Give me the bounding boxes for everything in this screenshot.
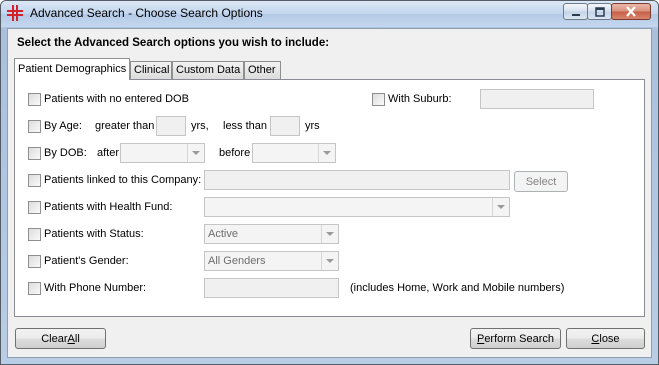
tab-patient-demographics[interactable]: Patient Demographics [14, 58, 130, 80]
dob-after-label: after [97, 147, 120, 159]
minimize-button[interactable] [563, 3, 588, 20]
tab-clinical[interactable]: Clinical [130, 61, 172, 79]
gender-select-value: All Genders [208, 255, 266, 267]
no-dob-label: Patients with no entered DOB [44, 93, 189, 105]
health-fund-checkbox[interactable] [28, 201, 41, 214]
age-max-input[interactable] [270, 116, 300, 136]
window-title: Advanced Search - Choose Search Options [30, 6, 263, 20]
status-select[interactable]: Active [204, 224, 339, 244]
dob-before-date-picker[interactable] [252, 143, 336, 163]
close-button[interactable]: Close [566, 328, 645, 349]
age-min-input[interactable] [156, 116, 186, 136]
status-label: Patients with Status: [44, 228, 144, 240]
age-max-unit-label: yrs [305, 120, 320, 132]
company-label: Patients linked to this Company: [44, 174, 202, 186]
chevron-down-icon[interactable] [187, 144, 204, 162]
phone-input[interactable] [204, 278, 339, 298]
by-dob-label: By DOB: [44, 147, 87, 159]
chevron-down-icon[interactable] [318, 144, 335, 162]
perform-search-button[interactable]: Perform Search [470, 328, 561, 349]
close-accesskey: C [591, 332, 600, 345]
suburb-label: With Suburb: [388, 93, 452, 105]
dob-before-label: before [219, 147, 251, 159]
close-icon [626, 6, 636, 17]
clear-all-accesskey: A [67, 332, 75, 345]
select-company-button[interactable]: Select [514, 171, 568, 192]
by-age-checkbox[interactable] [28, 120, 41, 133]
company-input[interactable] [204, 170, 510, 190]
status-select-value: Active [208, 228, 238, 240]
health-fund-label: Patients with Health Fund: [44, 201, 173, 213]
perform-search-accesskey: P [476, 332, 485, 345]
dob-after-date-picker[interactable] [120, 143, 205, 163]
suburb-checkbox[interactable] [372, 93, 385, 106]
app-cross-icon [7, 5, 23, 21]
chevron-down-icon[interactable] [492, 198, 509, 216]
tab-custom-data[interactable]: Custom Data [172, 61, 244, 79]
status-checkbox[interactable] [28, 228, 41, 241]
instruction-text: Select the Advanced Search options you w… [17, 37, 330, 49]
clear-all-label-post: ll [74, 332, 80, 345]
phone-checkbox[interactable] [28, 282, 41, 295]
suburb-input[interactable] [480, 89, 594, 109]
clear-all-label-pre: Clear [41, 332, 68, 345]
health-fund-select[interactable] [204, 197, 510, 217]
gender-label: Patient's Gender: [44, 255, 129, 267]
clear-all-button[interactable]: Clear All [15, 328, 106, 349]
no-dob-checkbox[interactable] [28, 93, 41, 106]
gender-select[interactable]: All Genders [204, 251, 339, 271]
less-than-label: less than [223, 120, 268, 132]
maximize-icon [594, 6, 605, 17]
greater-than-label: greater than [95, 120, 155, 132]
close-label: lose [599, 332, 620, 345]
by-age-label: By Age: [44, 120, 82, 132]
gender-checkbox[interactable] [28, 255, 41, 268]
perform-search-label: erform Search [484, 332, 555, 345]
minimize-icon [571, 13, 580, 16]
age-min-unit-label: yrs, [191, 120, 209, 132]
tab-other[interactable]: Other [244, 61, 281, 79]
chevron-down-icon[interactable] [321, 252, 338, 270]
phone-note: (includes Home, Work and Mobile numbers) [350, 282, 565, 294]
chevron-down-icon[interactable] [321, 225, 338, 243]
maximize-button[interactable] [587, 3, 612, 20]
company-checkbox[interactable] [28, 174, 41, 187]
phone-label: With Phone Number: [44, 282, 147, 294]
by-dob-checkbox[interactable] [28, 147, 41, 160]
close-window-button[interactable] [611, 3, 651, 20]
